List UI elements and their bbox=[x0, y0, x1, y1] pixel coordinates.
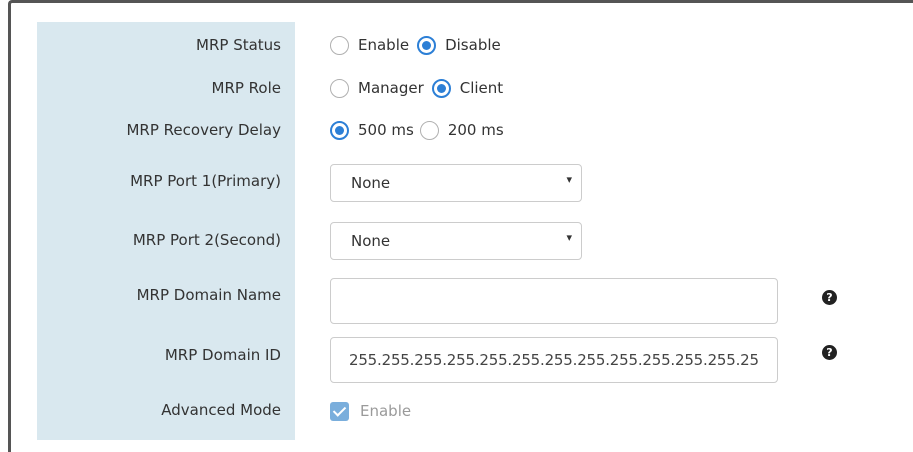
recovery-delay-200-radio[interactable] bbox=[419, 120, 439, 140]
recovery-delay-500-label[interactable]: 500 ms bbox=[358, 121, 414, 139]
mrp-status-options: Enable Disable bbox=[330, 33, 515, 57]
advanced-mode-checkbox-label: Enable bbox=[360, 402, 412, 420]
mrp-port2-value: None bbox=[351, 232, 391, 250]
mrp-port2-label: MRP Port 2(Second) bbox=[132, 231, 281, 249]
mrp-role-manager-radio[interactable] bbox=[330, 78, 349, 98]
mrp-role-label: MRP Role bbox=[211, 79, 282, 97]
mrp-role-options: Manager Client bbox=[330, 76, 517, 100]
mrp-domain-name-label: MRP Domain Name bbox=[136, 286, 281, 304]
mrp-status-enable-radio[interactable] bbox=[330, 35, 349, 55]
mrp-domain-id-input[interactable] bbox=[330, 337, 778, 383]
recovery-delay-200-label[interactable]: 200 ms bbox=[448, 121, 504, 139]
mrp-domain-name-field[interactable] bbox=[349, 279, 759, 323]
question-circle-icon[interactable]: ? bbox=[822, 345, 837, 360]
advanced-mode-label: Advanced Mode bbox=[161, 401, 281, 419]
mrp-port1-value: None bbox=[351, 174, 391, 192]
mrp-role-client-label[interactable]: Client bbox=[460, 79, 503, 97]
mrp-port1-label: MRP Port 1(Primary) bbox=[130, 172, 281, 190]
chevron-down-icon: ▾ bbox=[566, 231, 572, 244]
mrp-status-enable-label[interactable]: Enable bbox=[358, 36, 409, 54]
mrp-status-disable-radio[interactable] bbox=[417, 35, 437, 55]
advanced-mode-control: Enable bbox=[330, 399, 411, 423]
chevron-down-icon: ▾ bbox=[566, 173, 572, 186]
mrp-port1-select[interactable]: None ▾ bbox=[330, 164, 582, 202]
mrp-recovery-delay-label: MRP Recovery Delay bbox=[126, 121, 281, 139]
mrp-role-manager-label[interactable]: Manager bbox=[358, 79, 424, 97]
mrp-status-disable-label[interactable]: Disable bbox=[445, 36, 501, 54]
mrp-port2-select[interactable]: None ▾ bbox=[330, 222, 582, 260]
mrp-recovery-delay-options: 500 ms 200 ms bbox=[330, 118, 518, 142]
advanced-mode-checkbox[interactable] bbox=[330, 401, 349, 421]
mrp-domain-id-field[interactable] bbox=[349, 338, 759, 382]
mrp-status-label: MRP Status bbox=[196, 36, 281, 54]
question-circle-icon[interactable]: ? bbox=[822, 290, 837, 305]
mrp-domain-id-label: MRP Domain ID bbox=[164, 346, 281, 364]
mrp-domain-name-input[interactable] bbox=[330, 278, 778, 324]
mrp-role-client-radio[interactable] bbox=[431, 78, 451, 98]
recovery-delay-500-radio[interactable] bbox=[330, 120, 349, 140]
